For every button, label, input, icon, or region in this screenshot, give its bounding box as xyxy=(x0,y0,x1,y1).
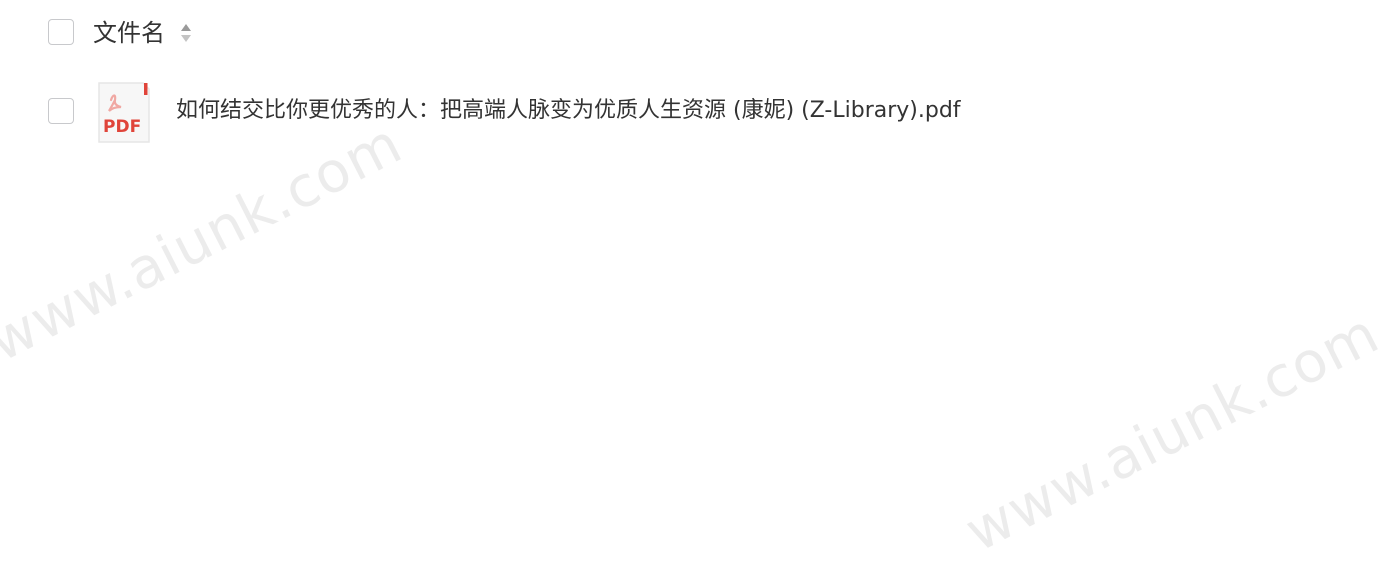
watermark-text: www.aiunk.com xyxy=(955,301,1384,565)
file-row-checkbox[interactable] xyxy=(48,98,74,124)
file-list-page: 文件名 PDF 如何结交比你更优秀的人：把高端人脉变为优质人生资源 (康妮) (… xyxy=(0,0,1384,588)
pdf-file-icon: PDF xyxy=(98,82,150,143)
select-all-checkbox[interactable] xyxy=(48,19,74,45)
sort-icon[interactable] xyxy=(180,21,192,45)
pdf-type-label: PDF xyxy=(103,117,141,137)
filename-column-header[interactable]: 文件名 xyxy=(93,17,165,49)
watermark-text: www.aiunk.com xyxy=(0,111,413,376)
file-name-link[interactable]: 如何结交比你更优秀的人：把高端人脉变为优质人生资源 (康妮) (Z-Librar… xyxy=(176,96,961,126)
